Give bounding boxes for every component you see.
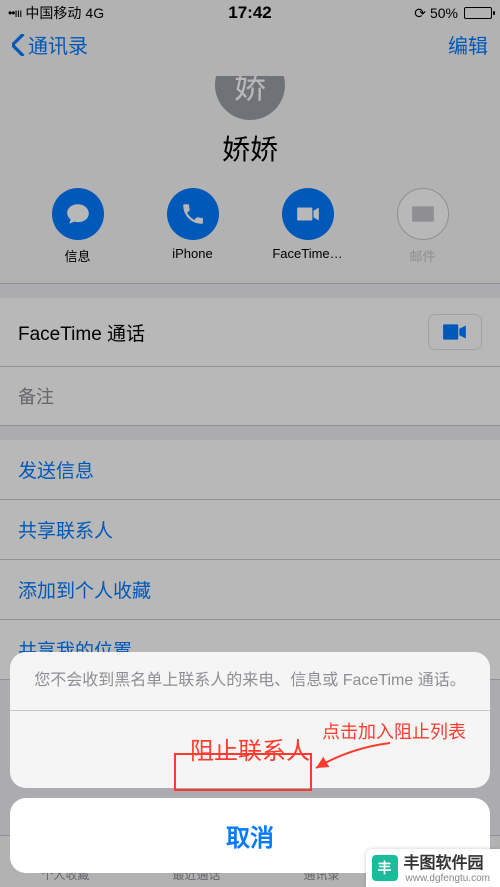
annotation-arrow-icon bbox=[310, 738, 400, 778]
sheet-message: 您不会收到黑名单上联系人的来电、信息或 FaceTime 通话。 bbox=[10, 652, 490, 710]
watermark-logo-icon: 丰 bbox=[372, 855, 398, 881]
cancel-label: 取消 bbox=[226, 825, 274, 852]
watermark-url: www.dgfengtu.com bbox=[406, 873, 491, 884]
watermark: 丰 丰图软件园 www.dgfengtu.com bbox=[366, 849, 500, 887]
watermark-name: 丰图软件园 bbox=[404, 849, 491, 873]
annotation-box bbox=[174, 753, 312, 791]
screen: ••ııı 中国移动 4G 17:42 ⟳ 50% 通讯录 编辑 娇 娇娇 信息… bbox=[0, 0, 500, 887]
